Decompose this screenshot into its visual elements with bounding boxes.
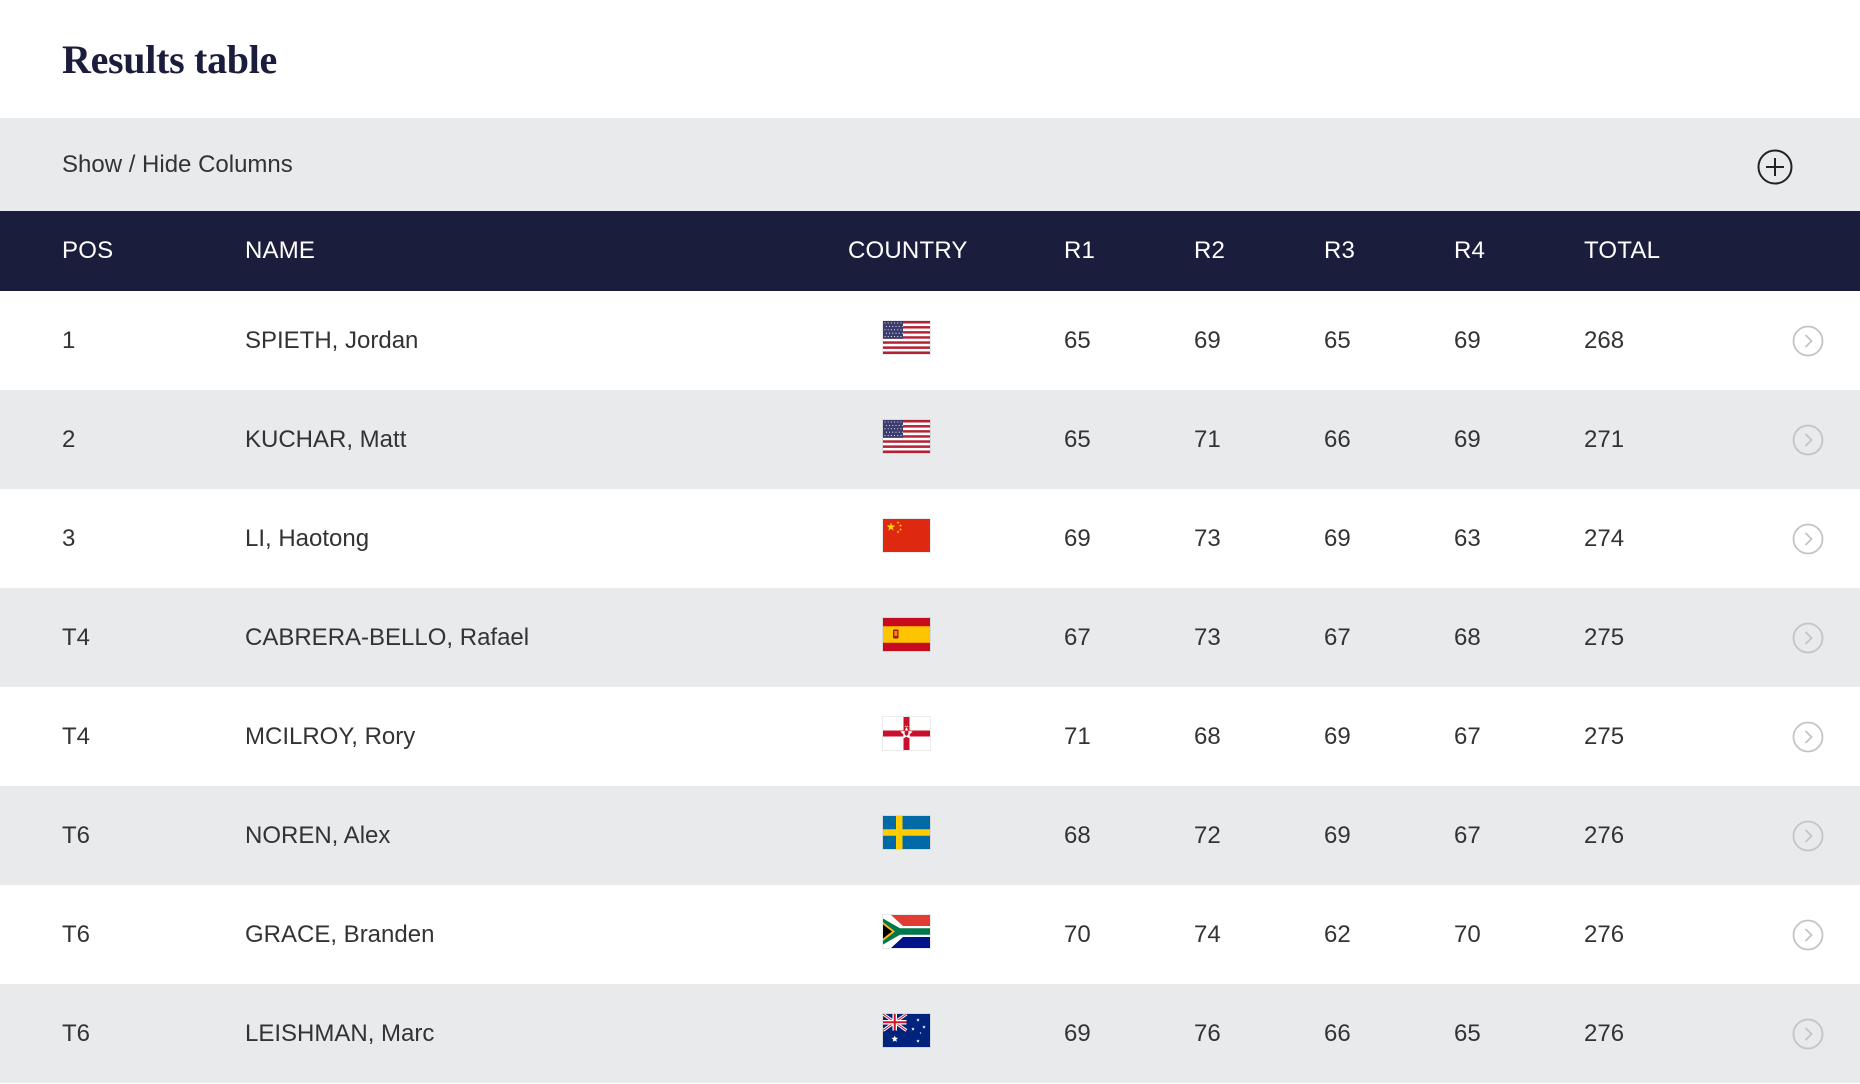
cell-pos: 2 <box>62 426 76 453</box>
chevron-right-circle-icon[interactable] <box>1792 919 1824 951</box>
column-header-total[interactable]: TOTAL <box>1584 211 1660 291</box>
column-header-r4[interactable]: R4 <box>1454 211 1485 291</box>
chevron-right-circle-icon[interactable] <box>1792 523 1824 555</box>
column-header-r1[interactable]: R1 <box>1064 211 1095 291</box>
table-header: POS NAME COUNTRY R1 R2 R3 R4 TOTAL <box>0 211 1860 291</box>
china-flag-icon <box>883 519 930 552</box>
table-row[interactable]: T6 NOREN, Alex 68 72 69 67 276 <box>0 786 1860 885</box>
cell-total: 276 <box>1584 1020 1625 1047</box>
cell-r2: 73 <box>1194 525 1221 552</box>
cell-r2: 73 <box>1194 624 1221 651</box>
chevron-right-circle-icon[interactable] <box>1792 325 1824 357</box>
cell-name: SPIETH, Jordan <box>245 327 419 354</box>
table-row[interactable]: 3 LI, Haotong 69 73 69 63 274 <box>0 489 1860 588</box>
cell-r4: 67 <box>1454 822 1481 849</box>
cell-r4: 70 <box>1454 921 1481 948</box>
cell-r4: 63 <box>1454 525 1481 552</box>
cell-name: KUCHAR, Matt <box>245 426 407 453</box>
column-header-name[interactable]: NAME <box>245 211 315 291</box>
show-hide-columns-label: Show / Hide Columns <box>62 151 293 178</box>
column-header-country[interactable]: COUNTRY <box>848 211 968 291</box>
cell-pos: T4 <box>62 723 91 750</box>
cell-r2: 74 <box>1194 921 1221 948</box>
cell-r3: 66 <box>1324 1020 1351 1047</box>
usa-flag-icon <box>883 420 930 453</box>
cell-r4: 68 <box>1454 624 1481 651</box>
cell-total: 275 <box>1584 624 1625 651</box>
chevron-right-circle-icon[interactable] <box>1792 721 1824 753</box>
cell-name: LI, Haotong <box>245 525 370 552</box>
cell-pos: 1 <box>62 327 76 354</box>
cell-r2: 69 <box>1194 327 1221 354</box>
cell-name: CABRERA-BELLO, Rafael <box>245 624 530 651</box>
cell-r3: 67 <box>1324 624 1351 651</box>
chevron-right-circle-icon[interactable] <box>1792 424 1824 456</box>
cell-r2: 76 <box>1194 1020 1221 1047</box>
cell-total: 268 <box>1584 327 1625 354</box>
cell-total: 274 <box>1584 525 1625 552</box>
spain-flag-icon <box>883 618 930 651</box>
cell-r4: 65 <box>1454 1020 1481 1047</box>
cell-total: 275 <box>1584 723 1625 750</box>
cell-r1: 70 <box>1064 921 1091 948</box>
sweden-flag-icon <box>883 816 930 849</box>
cell-name: GRACE, Branden <box>245 921 435 948</box>
table-row[interactable]: 2 KUCHAR, Matt 65 71 66 69 271 <box>0 390 1860 489</box>
table-row[interactable]: T4 CABRERA-BELLO, Rafael 67 73 67 68 275 <box>0 588 1860 687</box>
cell-r1: 71 <box>1064 723 1091 750</box>
cell-r1: 69 <box>1064 525 1091 552</box>
chevron-right-circle-icon[interactable] <box>1792 622 1824 654</box>
cell-r3: 62 <box>1324 921 1351 948</box>
cell-r1: 65 <box>1064 327 1091 354</box>
cell-total: 276 <box>1584 822 1625 849</box>
chevron-right-circle-icon[interactable] <box>1792 1018 1824 1050</box>
cell-r2: 72 <box>1194 822 1221 849</box>
cell-pos: T4 <box>62 624 91 651</box>
south-africa-flag-icon <box>883 915 930 948</box>
cell-r2: 71 <box>1194 426 1221 453</box>
chevron-right-circle-icon[interactable] <box>1792 820 1824 852</box>
table-row[interactable]: T6 LEISHMAN, Marc 69 76 66 65 276 <box>0 984 1860 1083</box>
cell-r4: 69 <box>1454 426 1481 453</box>
cell-total: 271 <box>1584 426 1625 453</box>
australia-flag-icon <box>883 1014 930 1047</box>
page-title: Results table <box>62 37 277 82</box>
cell-r3: 69 <box>1324 822 1351 849</box>
cell-r3: 69 <box>1324 723 1351 750</box>
plus-circle-icon[interactable] <box>1756 148 1794 186</box>
cell-pos: T6 <box>62 1020 91 1047</box>
cell-name: NOREN, Alex <box>245 822 391 849</box>
cell-r2: 68 <box>1194 723 1221 750</box>
column-header-r3[interactable]: R3 <box>1324 211 1355 291</box>
northern-ireland-flag-icon <box>883 717 930 750</box>
cell-r4: 69 <box>1454 327 1481 354</box>
show-hide-columns-bar[interactable]: Show / Hide Columns <box>0 118 1860 211</box>
cell-pos: 3 <box>62 525 76 552</box>
cell-r3: 66 <box>1324 426 1351 453</box>
cell-total: 276 <box>1584 921 1625 948</box>
cell-r3: 65 <box>1324 327 1351 354</box>
cell-pos: T6 <box>62 921 91 948</box>
cell-r1: 68 <box>1064 822 1091 849</box>
cell-r1: 67 <box>1064 624 1091 651</box>
usa-flag-icon <box>883 321 930 354</box>
cell-name: MCILROY, Rory <box>245 723 416 750</box>
column-header-r2[interactable]: R2 <box>1194 211 1225 291</box>
column-header-pos[interactable]: POS <box>62 211 113 291</box>
cell-r3: 69 <box>1324 525 1351 552</box>
table-row[interactable]: T6 GRACE, Branden 70 74 62 70 276 <box>0 885 1860 984</box>
cell-r1: 65 <box>1064 426 1091 453</box>
cell-r4: 67 <box>1454 723 1481 750</box>
cell-pos: T6 <box>62 822 91 849</box>
cell-r1: 69 <box>1064 1020 1091 1047</box>
results-table-body: 1 SPIETH, Jordan 65 69 65 69 268 2 KUCHAR, Matt 6… <box>0 291 1860 1083</box>
table-row[interactable]: 1 SPIETH, Jordan 65 69 65 69 268 <box>0 291 1860 390</box>
table-row[interactable]: T4 MCILROY, Rory 71 68 69 67 275 <box>0 687 1860 786</box>
cell-name: LEISHMAN, Marc <box>245 1020 435 1047</box>
